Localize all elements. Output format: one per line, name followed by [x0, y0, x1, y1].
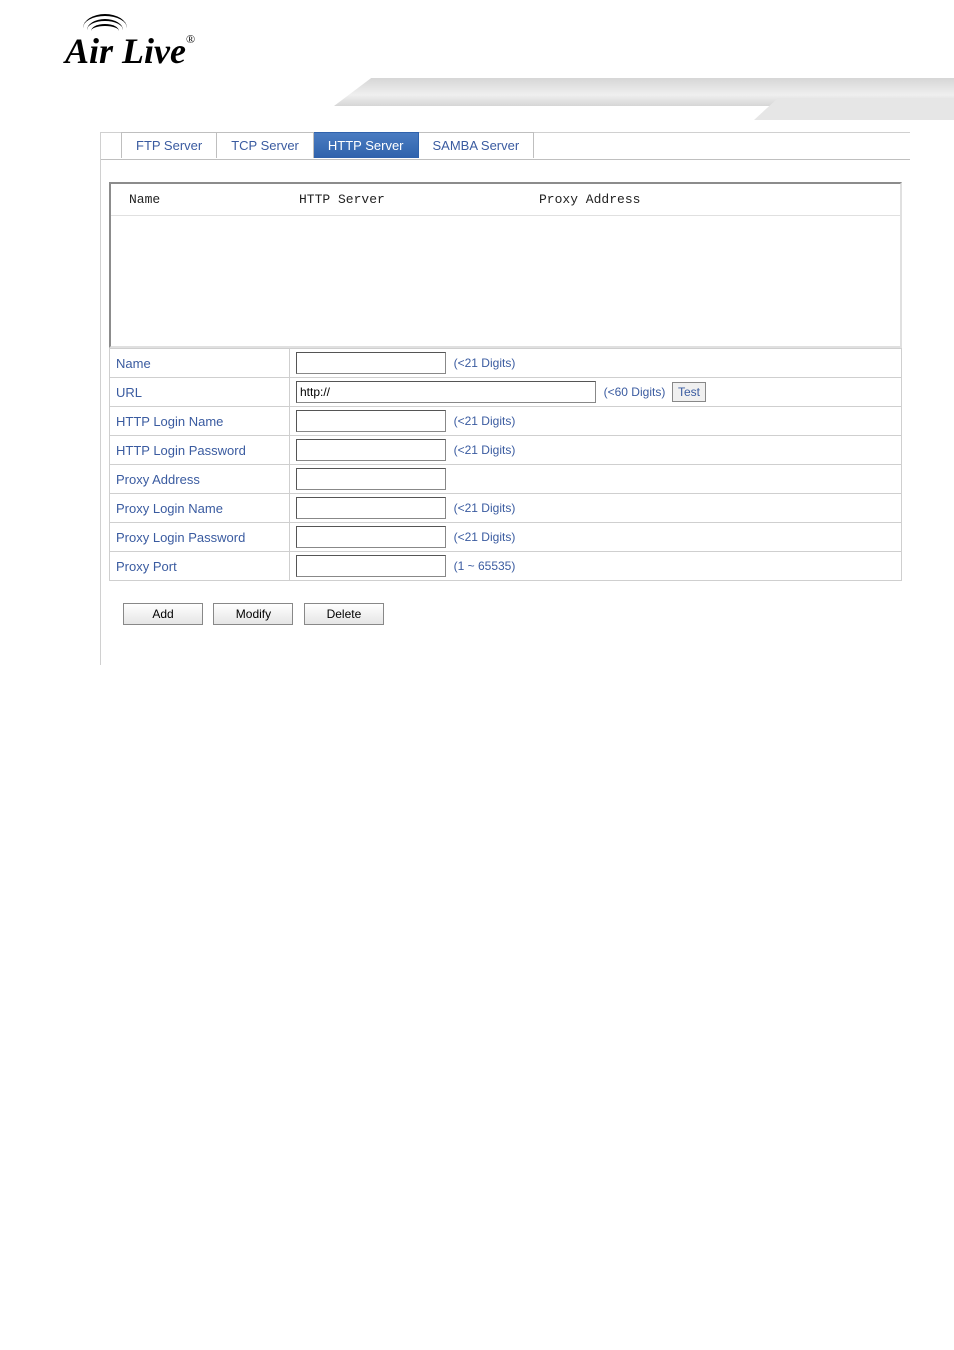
http-login-password-label: HTTP Login Password: [110, 436, 290, 465]
proxy-port-label: Proxy Port: [110, 552, 290, 581]
header-stripe-2: [754, 98, 954, 120]
proxy-address-input[interactable]: [296, 468, 446, 490]
add-button[interactable]: Add: [123, 603, 203, 625]
proxy-login-password-input[interactable]: [296, 526, 446, 548]
proxy-address-label: Proxy Address: [110, 465, 290, 494]
http-login-name-input[interactable]: [296, 410, 446, 432]
list-header-name: Name: [129, 192, 299, 207]
url-constraint: (<60 Digits): [604, 385, 666, 399]
tab-ftp-server[interactable]: FTP Server: [121, 132, 217, 158]
proxy-port-constraint: (1 ~ 65535): [454, 559, 516, 573]
proxy-login-password-label: Proxy Login Password: [110, 523, 290, 552]
name-label: Name: [110, 349, 290, 378]
name-constraint: (<21 Digits): [454, 356, 516, 370]
proxy-login-name-constraint: (<21 Digits): [454, 501, 516, 515]
tab-http-server[interactable]: HTTP Server: [314, 132, 419, 158]
http-login-password-constraint: (<21 Digits): [454, 443, 516, 457]
brand-logo: Air Live®: [65, 30, 195, 72]
server-tabs: FTP Server TCP Server HTTP Server SAMBA …: [121, 132, 910, 158]
proxy-port-input[interactable]: [296, 555, 446, 577]
list-header-proxy-address: Proxy Address: [539, 192, 900, 207]
tab-samba-server[interactable]: SAMBA Server: [419, 132, 535, 158]
list-header-http-server: HTTP Server: [299, 192, 539, 207]
http-login-name-label: HTTP Login Name: [110, 407, 290, 436]
proxy-login-password-constraint: (<21 Digits): [454, 530, 516, 544]
url-input[interactable]: [296, 381, 596, 403]
server-list-panel: Name HTTP Server Proxy Address: [109, 182, 902, 348]
name-input[interactable]: [296, 352, 446, 374]
http-login-name-constraint: (<21 Digits): [454, 414, 516, 428]
tab-tcp-server[interactable]: TCP Server: [217, 132, 314, 158]
test-button[interactable]: Test: [672, 382, 706, 402]
delete-button[interactable]: Delete: [304, 603, 384, 625]
modify-button[interactable]: Modify: [213, 603, 293, 625]
http-server-form: Name (<21 Digits) URL (<60 Digits) Test …: [109, 348, 902, 581]
server-list-body[interactable]: [111, 216, 900, 346]
proxy-login-name-input[interactable]: [296, 497, 446, 519]
proxy-login-name-label: Proxy Login Name: [110, 494, 290, 523]
url-label: URL: [110, 378, 290, 407]
header-stripe: [334, 78, 954, 106]
http-login-password-input[interactable]: [296, 439, 446, 461]
